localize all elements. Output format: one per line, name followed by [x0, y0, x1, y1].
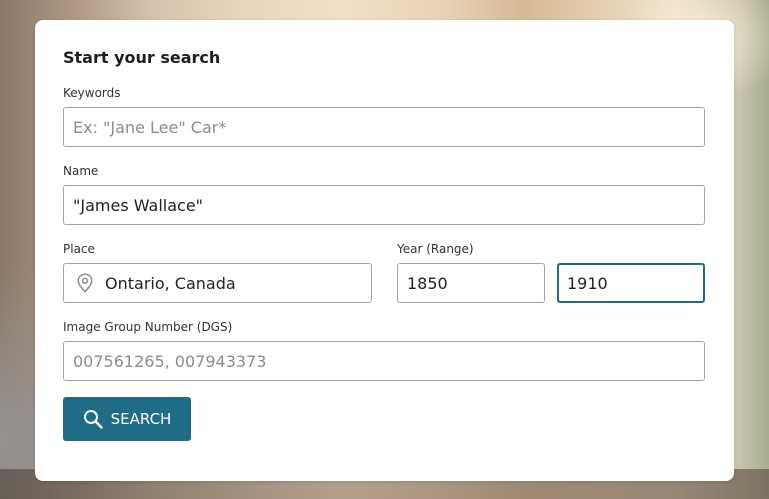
keywords-label: Keywords: [63, 86, 121, 100]
search-button-label: SEARCH: [110, 410, 172, 428]
place-field: [63, 263, 372, 303]
keywords-input[interactable]: [63, 107, 705, 147]
map-pin-icon: [77, 273, 93, 293]
name-input[interactable]: [63, 185, 705, 225]
name-label: Name: [63, 164, 99, 178]
search-icon: [83, 410, 103, 429]
dgs-label: Image Group Number (DGS): [63, 320, 233, 334]
search-card: Start your search Keywords Name Place Ye…: [35, 20, 734, 481]
dgs-input[interactable]: [63, 341, 705, 381]
search-button[interactable]: SEARCH: [63, 397, 191, 441]
year-to-input[interactable]: [557, 263, 705, 303]
year-range-label: Year (Range): [397, 242, 474, 256]
place-label: Place: [63, 242, 95, 256]
year-from-input[interactable]: [397, 263, 545, 303]
place-input[interactable]: [63, 263, 372, 303]
form-title: Start your search: [63, 48, 221, 67]
